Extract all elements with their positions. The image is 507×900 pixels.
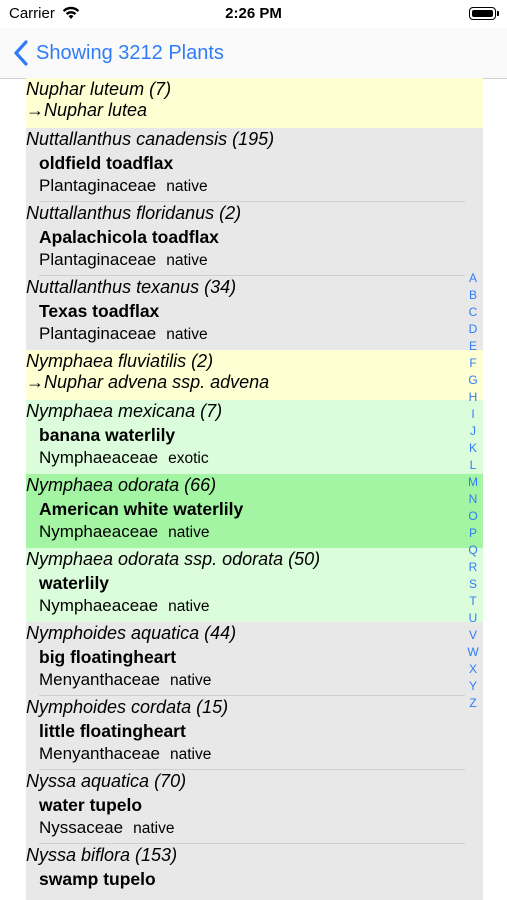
native-status: native: [133, 820, 175, 837]
index-letter-u[interactable]: U: [465, 610, 481, 627]
index-letter-j[interactable]: J: [465, 423, 481, 440]
index-letter-t[interactable]: T: [465, 593, 481, 610]
index-letter-c[interactable]: C: [465, 304, 481, 321]
common-name: banana waterlily: [39, 425, 176, 445]
index-letter-q[interactable]: Q: [465, 542, 481, 559]
index-letter-b[interactable]: B: [465, 287, 481, 304]
scientific-name: Nymphaea odorata (66): [26, 475, 217, 495]
common-name: little floatingheart: [39, 721, 186, 741]
scientific-name: Nyssa aquatica (70): [26, 771, 187, 791]
family-name: Nymphaeaceae native: [39, 522, 210, 541]
index-letter-n[interactable]: N: [465, 491, 481, 508]
redirect-row[interactable]: Nymphaea fluviatilis (2) →Nuphar advena s…: [26, 350, 483, 400]
common-name: American white waterlily: [39, 499, 244, 519]
native-status: native: [166, 252, 208, 269]
plant-row[interactable]: Nymphoides cordata (15) little floatinghe…: [26, 696, 483, 770]
index-letter-z[interactable]: Z: [465, 695, 481, 712]
scientific-name: Nuttallanthus texanus (34): [26, 277, 237, 297]
plant-row[interactable]: Nymphaea mexicana (7) banana waterlily Nym…: [26, 400, 483, 474]
chevron-left-icon: [14, 40, 28, 66]
index-letter-h[interactable]: H: [465, 389, 481, 406]
plant-row[interactable]: Nymphoides aquatica (44) big floatinghear…: [26, 622, 483, 696]
index-letter-x[interactable]: X: [465, 661, 481, 678]
scientific-name: Nyssa biflora (153): [26, 845, 178, 865]
index-letter-f[interactable]: F: [465, 355, 481, 372]
family-name: Menyanthaceae native: [39, 670, 212, 689]
status-bar: Carrier 2:26 PM: [0, 0, 507, 28]
scientific-name: Nuttallanthus floridanus (2): [26, 203, 242, 223]
index-letter-y[interactable]: Y: [465, 678, 481, 695]
redirect-target: →Nuphar advena ssp. advena: [26, 372, 270, 392]
back-button[interactable]: Showing 3212 Plants: [12, 39, 224, 67]
common-name: waterlily: [39, 573, 110, 593]
scientific-name: Nymphaea mexicana (7): [26, 401, 223, 421]
scientific-name: Nymphoides aquatica (44): [26, 623, 237, 643]
plant-row[interactable]: Nyssa biflora (153) swamp tupelo: [26, 844, 483, 900]
redirect-target: →Nuphar lutea: [26, 100, 148, 120]
index-letter-k[interactable]: K: [465, 440, 481, 457]
plant-row[interactable]: Nuttallanthus canadensis (195) oldfield t…: [26, 128, 483, 202]
back-button-label: Showing 3212 Plants: [36, 41, 224, 64]
native-status: native: [166, 178, 208, 195]
scientific-name: Nymphaea odorata ssp. odorata (50): [26, 549, 321, 569]
family-name: Nyssaceae native: [39, 818, 175, 837]
family-name: Nymphaeaceae exotic: [39, 448, 209, 467]
scientific-name: Nuphar luteum (7): [26, 79, 172, 99]
index-letter-a[interactable]: A: [465, 270, 481, 287]
common-name: Apalachicola toadflax: [39, 227, 219, 247]
family-name: Plantaginaceae native: [39, 324, 208, 343]
index-letter-w[interactable]: W: [465, 644, 481, 661]
plant-list[interactable]: Nuphar luteum (7) →Nuphar lutea Nuttallant…: [26, 78, 483, 900]
index-letter-i[interactable]: I: [465, 406, 481, 423]
index-letter-l[interactable]: L: [465, 457, 481, 474]
family-name: Menyanthaceae native: [39, 744, 212, 763]
plant-row[interactable]: Nuttallanthus floridanus (2) Apalachicola…: [26, 202, 483, 276]
family-name: Plantaginaceae native: [39, 250, 208, 269]
clock: 2:26 PM: [225, 5, 282, 22]
common-name: oldfield toadflax: [39, 153, 174, 173]
common-name: water tupelo: [39, 795, 143, 815]
index-letter-r[interactable]: R: [465, 559, 481, 576]
index-letter-s[interactable]: S: [465, 576, 481, 593]
index-letter-m[interactable]: M: [465, 474, 481, 491]
native-status: native: [166, 326, 208, 343]
scientific-name: Nymphaea fluviatilis (2): [26, 351, 214, 371]
common-name: big floatingheart: [39, 647, 177, 667]
plant-row[interactable]: Nymphaea odorata (66) American white wate…: [26, 474, 483, 548]
battery-icon: [469, 7, 496, 20]
native-status: native: [168, 524, 210, 541]
alphabet-index[interactable]: ABCDEFGHIJKLMNOPQRSTUVWXYZ: [465, 270, 481, 712]
scientific-name: Nymphoides cordata (15): [26, 697, 229, 717]
native-status: native: [168, 598, 210, 615]
scientific-name: Nuttallanthus canadensis (195): [26, 129, 275, 149]
index-letter-g[interactable]: G: [465, 372, 481, 389]
redirect-row[interactable]: Nuphar luteum (7) →Nuphar lutea: [26, 78, 483, 128]
battery-tip: [497, 11, 499, 16]
native-status: native: [169, 746, 212, 763]
index-letter-e[interactable]: E: [465, 338, 481, 355]
plant-row[interactable]: Nyssa aquatica (70) water tupelo Nyssaceae…: [26, 770, 483, 844]
common-name: Texas toadflax: [39, 301, 160, 321]
common-name: swamp tupelo: [39, 869, 156, 889]
family-name: Nymphaeaceae native: [39, 596, 210, 615]
index-letter-v[interactable]: V: [465, 627, 481, 644]
index-letter-o[interactable]: O: [465, 508, 481, 525]
navigation-bar: Showing 3212 Plants: [0, 28, 507, 79]
native-status: native: [169, 672, 212, 689]
plant-row[interactable]: Nuttallanthus texanus (34) Texas toadflax…: [26, 276, 483, 350]
plant-row[interactable]: Nymphaea odorata ssp. odorata (50) waterl…: [26, 548, 483, 622]
family-name: Plantaginaceae native: [39, 176, 208, 195]
index-letter-p[interactable]: P: [465, 525, 481, 542]
index-letter-d[interactable]: D: [465, 321, 481, 338]
native-status: exotic: [168, 450, 209, 467]
